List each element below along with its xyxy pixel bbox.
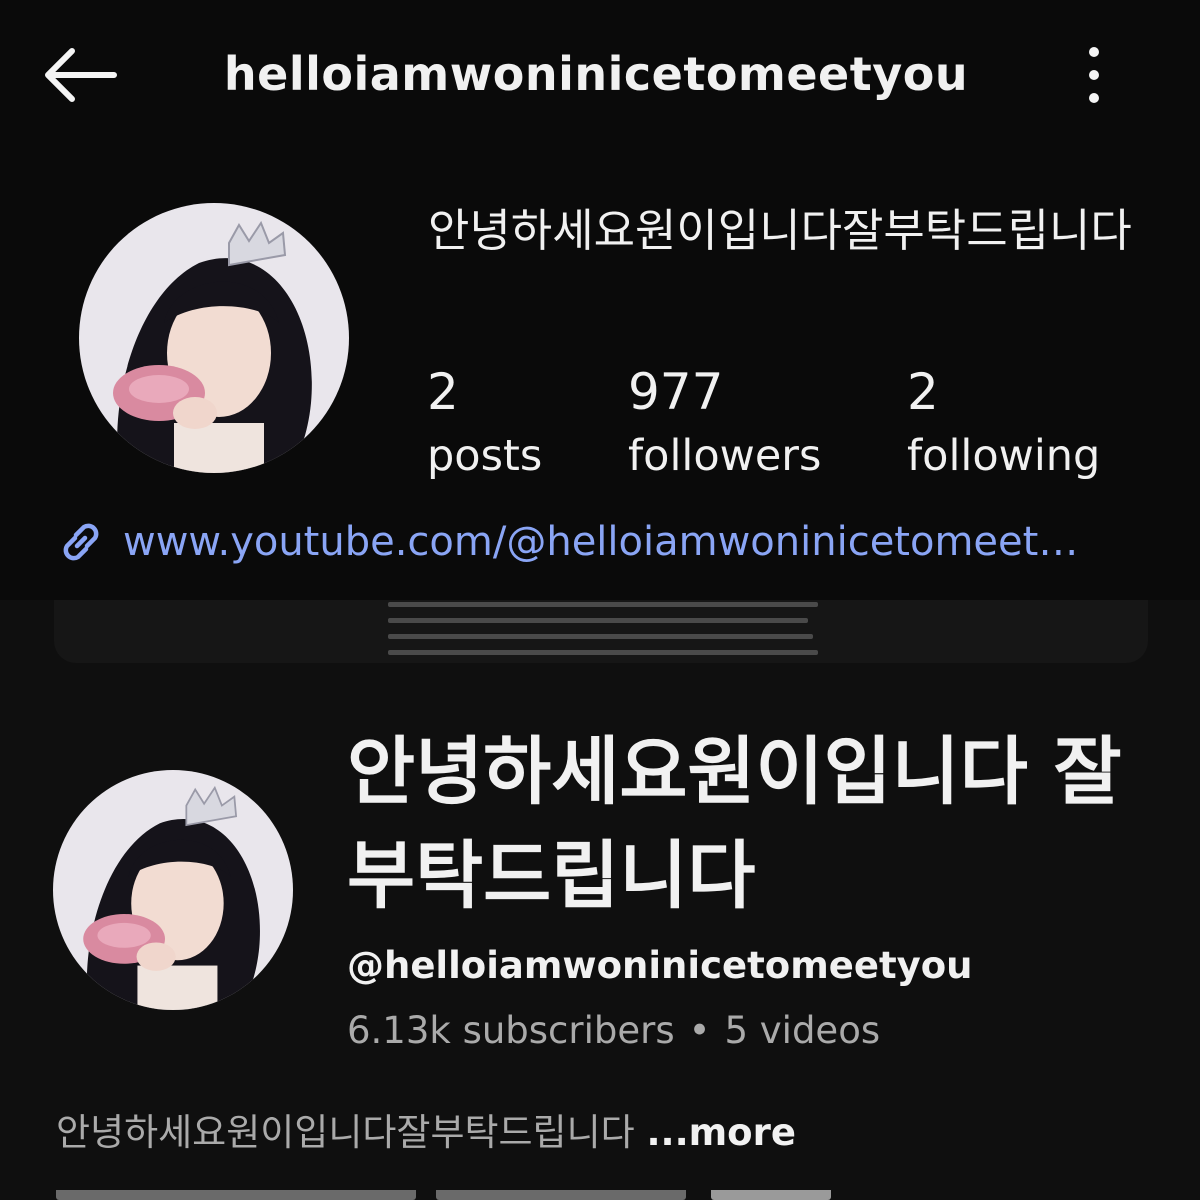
- posts-stat[interactable]: 2 posts: [427, 362, 542, 490]
- profile-avatar[interactable]: [79, 203, 349, 473]
- followers-stat[interactable]: 977 followers: [628, 362, 821, 490]
- screenshot-frame: helloiamwoninicetomeetyou 안녕하세요원이입니다잘부탁드…: [0, 0, 1200, 1200]
- channel-meta: 6.13k subscribers • 5 videos: [347, 1005, 880, 1057]
- instagram-profile-section: helloiamwoninicetomeetyou 안녕하세요원이입니다잘부탁드…: [0, 0, 1200, 600]
- more-vertical-icon: [1089, 47, 1099, 57]
- channel-avatar[interactable]: [53, 770, 293, 1010]
- meta-separator: •: [688, 1009, 711, 1052]
- channel-name: 안녕하세요원이입니다 잘부탁드립니다: [347, 729, 1122, 919]
- avatar-image: [79, 203, 349, 473]
- posts-label: posts: [427, 431, 543, 481]
- channel-banner: [54, 600, 1148, 663]
- cutoff-next-row: [56, 1190, 836, 1200]
- video-count: 5 videos: [724, 1009, 881, 1052]
- channel-handle: @helloiamwoninicetomeetyou: [347, 944, 973, 987]
- following-label: following: [907, 431, 1101, 481]
- channel-description[interactable]: 안녕하세요원이입니다잘부탁드립니다 ...more: [56, 1106, 796, 1160]
- profile-link-text: www.youtube.com/@helloiamwoninicetomeet…: [123, 519, 1079, 565]
- arrow-left-icon: [45, 48, 117, 102]
- followers-label: followers: [628, 431, 822, 481]
- more-options-button[interactable]: [1062, 40, 1126, 110]
- followers-count: 977: [628, 363, 724, 421]
- posts-count: 2: [427, 363, 459, 421]
- profile-username: helloiamwoninicetomeetyou: [223, 47, 969, 101]
- link-icon: [63, 523, 99, 561]
- following-count: 2: [907, 363, 939, 421]
- following-stat[interactable]: 2 following: [907, 362, 1100, 490]
- back-button[interactable]: [30, 30, 130, 120]
- profile-header: helloiamwoninicetomeetyou: [0, 0, 1200, 150]
- subscriber-count: 6.13k subscribers: [347, 1009, 675, 1052]
- profile-display-name: 안녕하세요원이입니다잘부탁드립니다: [428, 204, 1132, 257]
- channel-description-text: 안녕하세요원이입니다잘부탁드립니다: [56, 1111, 635, 1154]
- profile-link[interactable]: www.youtube.com/@helloiamwoninicetomeet…: [55, 510, 1155, 574]
- more-link[interactable]: ...more: [646, 1111, 795, 1154]
- channel-avatar-image: [53, 770, 293, 1010]
